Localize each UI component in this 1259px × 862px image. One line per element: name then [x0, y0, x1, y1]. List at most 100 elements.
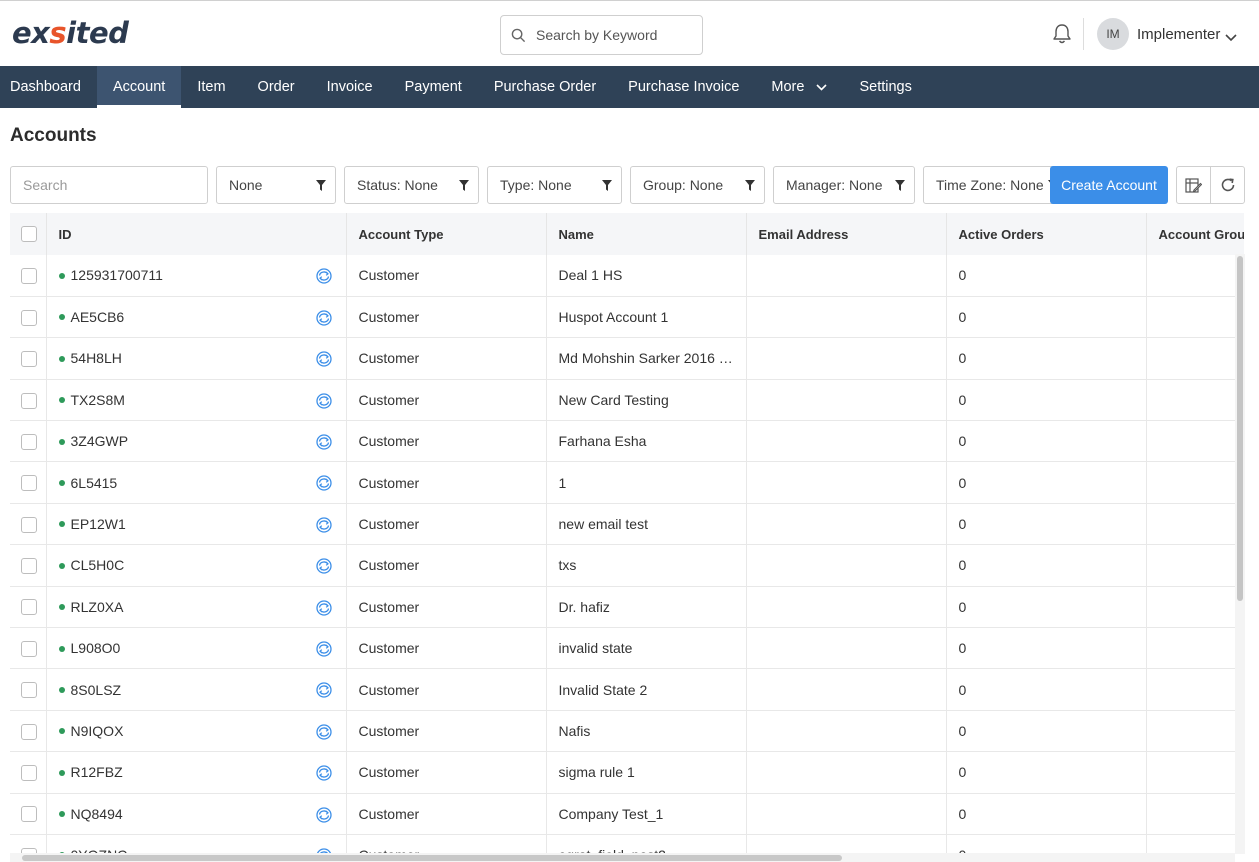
row-id-cell[interactable]: N9IQOX: [46, 710, 347, 753]
table-row[interactable]: CL5H0C Customer txs 0: [10, 544, 1244, 587]
table-row[interactable]: EP12W1 Customer new email test 0: [10, 503, 1244, 546]
sync-icon[interactable]: [314, 434, 334, 453]
row-id-cell[interactable]: 54H8LH: [46, 337, 347, 380]
row-checkbox[interactable]: [21, 806, 37, 823]
table-row[interactable]: NQ8494 Customer Company Test_1 0: [10, 793, 1244, 835]
nav-order[interactable]: Order: [242, 66, 311, 108]
row-name[interactable]: Deal 1 HS: [546, 255, 747, 297]
row-id-cell[interactable]: EP12W1: [46, 503, 347, 546]
row-name[interactable]: new email test: [546, 503, 747, 546]
table-row[interactable]: 8S0LSZ Customer Invalid State 2 0: [10, 668, 1244, 711]
row-name[interactable]: New Card Testing: [546, 379, 747, 422]
row-checkbox[interactable]: [21, 599, 37, 616]
timezone-filter-select[interactable]: Time Zone: None: [923, 166, 1068, 204]
row-name[interactable]: sigma rule 1: [546, 751, 747, 794]
row-checkbox[interactable]: [21, 309, 37, 326]
row-checkbox[interactable]: [21, 433, 37, 450]
row-checkbox[interactable]: [21, 268, 37, 285]
nav-purchase-invoice[interactable]: Purchase Invoice: [612, 66, 755, 108]
sync-icon[interactable]: [314, 558, 334, 577]
table-row[interactable]: RLZ0XA Customer Dr. hafiz 0: [10, 586, 1244, 629]
sync-icon[interactable]: [314, 641, 334, 660]
column-header-active-orders[interactable]: Active Orders: [946, 213, 1147, 255]
bell-icon[interactable]: [1052, 23, 1072, 50]
nav-settings[interactable]: Settings: [843, 66, 927, 108]
sync-icon[interactable]: [314, 393, 334, 412]
nav-dashboard[interactable]: Dashboard: [0, 66, 97, 108]
row-name[interactable]: 1: [546, 461, 747, 504]
status-filter-select[interactable]: Status: None: [344, 166, 479, 204]
column-header-account-type[interactable]: Account Type: [346, 213, 547, 255]
group-filter-select[interactable]: Group: None: [630, 166, 765, 204]
sync-icon[interactable]: [314, 475, 334, 494]
row-id-cell[interactable]: 125931700711: [46, 255, 347, 297]
row-checkbox[interactable]: [21, 516, 37, 533]
sync-icon[interactable]: [314, 806, 334, 826]
edit-columns-button[interactable]: [1176, 166, 1211, 204]
row-id-cell[interactable]: TX2S8M: [46, 379, 347, 422]
sync-icon[interactable]: [314, 268, 334, 287]
table-row[interactable]: 3Z4GWP Customer Farhana Esha 0: [10, 420, 1244, 463]
account-search-input[interactable]: [10, 166, 208, 204]
table-row[interactable]: L908O0 Customer invalid state 0: [10, 627, 1244, 670]
row-checkbox[interactable]: [21, 682, 37, 699]
column-header-account-group[interactable]: Account Group: [1146, 213, 1244, 255]
row-checkbox[interactable]: [21, 723, 37, 740]
sync-icon[interactable]: [314, 765, 334, 784]
row-name[interactable]: Huspot Account 1: [546, 296, 747, 339]
sync-icon[interactable]: [314, 517, 334, 536]
nav-invoice[interactable]: Invoice: [311, 66, 389, 108]
row-id-cell[interactable]: AE5CB6: [46, 296, 347, 339]
filter-none-select[interactable]: None: [216, 166, 336, 204]
nav-purchase-order[interactable]: Purchase Order: [478, 66, 612, 108]
row-name[interactable]: Company Test_1: [546, 793, 747, 835]
sync-icon[interactable]: [314, 599, 334, 619]
manager-filter-select[interactable]: Manager: None: [773, 166, 915, 204]
row-id-cell[interactable]: RLZ0XA: [46, 586, 347, 629]
column-header-id[interactable]: ID: [46, 213, 347, 255]
row-name[interactable]: invalid state: [546, 627, 747, 670]
row-id-cell[interactable]: NQ8494: [46, 793, 347, 835]
row-id-cell[interactable]: CL5H0C: [46, 544, 347, 587]
table-row[interactable]: AE5CB6 Customer Huspot Account 1 0: [10, 296, 1244, 339]
avatar[interactable]: IM: [1097, 18, 1129, 50]
nav-item[interactable]: Item: [181, 66, 241, 108]
keyword-search-input[interactable]: Search by Keyword: [500, 15, 703, 55]
table-row[interactable]: N9IQOX Customer Nafis 0: [10, 710, 1244, 753]
row-checkbox[interactable]: [21, 351, 37, 368]
row-checkbox[interactable]: [21, 558, 37, 575]
sync-icon[interactable]: [314, 310, 334, 329]
row-name[interactable]: Md Mohshin Sarker 2016 …: [546, 337, 747, 380]
type-filter-select[interactable]: Type: None: [487, 166, 622, 204]
row-checkbox[interactable]: [21, 392, 37, 409]
row-checkbox[interactable]: [21, 640, 37, 657]
table-row[interactable]: 54H8LH Customer Md Mohshin Sarker 2016 … 0: [10, 337, 1244, 380]
row-name[interactable]: Dr. hafiz: [546, 586, 747, 629]
chevron-down-icon[interactable]: [1225, 29, 1237, 47]
horizontal-scrollbar-thumb[interactable]: [22, 855, 842, 861]
row-name[interactable]: Nafis: [546, 710, 747, 753]
table-row[interactable]: 125931700711 Customer Deal 1 HS 0: [10, 255, 1244, 297]
select-all-checkbox[interactable]: [21, 226, 37, 243]
row-id-cell[interactable]: 3Z4GWP: [46, 420, 347, 463]
row-id-cell[interactable]: 8S0LSZ: [46, 668, 347, 711]
sync-icon[interactable]: [314, 682, 334, 701]
app-logo[interactable]: exsited: [12, 16, 129, 50]
row-name[interactable]: Farhana Esha: [546, 420, 747, 463]
table-row[interactable]: R12FBZ Customer sigma rule 1 0: [10, 751, 1244, 794]
row-id-cell[interactable]: 6L5415: [46, 461, 347, 504]
row-checkbox[interactable]: [21, 475, 37, 492]
row-id-cell[interactable]: R12FBZ: [46, 751, 347, 794]
nav-account[interactable]: Account: [96, 66, 182, 108]
table-row[interactable]: TX2S8M Customer New Card Testing 0: [10, 379, 1244, 422]
row-name[interactable]: Invalid State 2: [546, 668, 747, 711]
row-id-cell[interactable]: L908O0: [46, 627, 347, 670]
row-checkbox[interactable]: [21, 765, 37, 782]
table-row[interactable]: 6L5415 Customer 1 0: [10, 461, 1244, 504]
column-header-email[interactable]: Email Address: [746, 213, 947, 255]
column-header-name[interactable]: Name: [546, 213, 747, 255]
nav-payment[interactable]: Payment: [389, 66, 478, 108]
sync-icon[interactable]: [314, 724, 334, 743]
user-name[interactable]: Implementer: [1137, 26, 1220, 43]
row-name[interactable]: txs: [546, 544, 747, 587]
